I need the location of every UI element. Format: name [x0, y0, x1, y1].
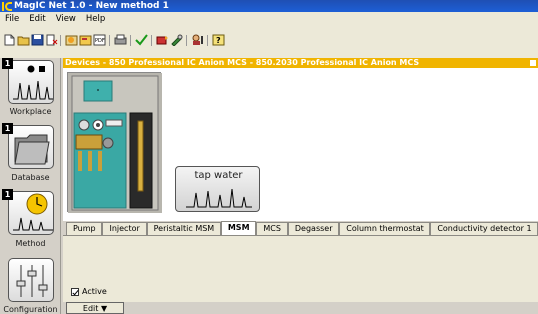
print-icon[interactable]: [114, 34, 127, 46]
active-checkbox[interactable]: Active: [71, 287, 107, 296]
tab-pump[interactable]: Pump: [66, 222, 103, 235]
title-bar: MagIC Net 1.0 - New method 1: [0, 0, 538, 12]
svg-text:PDF: PDF: [95, 38, 105, 44]
tab-msm[interactable]: MSM: [220, 221, 257, 235]
method-icon[interactable]: [65, 34, 78, 46]
maximize-icon[interactable]: [530, 60, 536, 66]
devices-header: Devices - 850 Professional IC Anion MCS …: [63, 58, 538, 68]
run-icon[interactable]: [156, 34, 169, 46]
menu-help[interactable]: Help: [81, 14, 110, 24]
tab-peristaltic-msm[interactable]: Peristaltic MSM: [146, 222, 221, 235]
left-navigation: 1 Workplace 1 Database 1 Method Configur…: [0, 58, 61, 314]
menu-edit[interactable]: Edit: [24, 14, 50, 24]
menu-bar: File Edit View Help: [0, 12, 538, 25]
checkbox-checked-icon: [71, 287, 79, 296]
help-icon[interactable]: ?: [212, 34, 225, 46]
toolbar: PDF ?: [0, 25, 538, 58]
tab-column-thermostat[interactable]: Column thermostat: [339, 222, 431, 235]
new-icon[interactable]: [3, 34, 16, 46]
nav-label-workplace: Workplace: [9, 107, 52, 116]
menu-file[interactable]: File: [0, 14, 24, 24]
nav-item-database[interactable]: 1 Database: [2, 122, 59, 184]
workplace-icon: [8, 60, 54, 104]
user-icon[interactable]: [191, 34, 204, 46]
database-folder-icon: [8, 125, 54, 169]
open-folder-icon[interactable]: [17, 34, 30, 46]
nav-item-configuration[interactable]: Configuration: [2, 256, 59, 314]
edit-menu-button[interactable]: Edit ▼: [66, 302, 124, 314]
tab-degasser[interactable]: Degasser: [287, 222, 340, 235]
tab-mcs[interactable]: MCS: [256, 222, 288, 235]
pdf-icon[interactable]: PDF: [93, 34, 106, 46]
chromatogram-icon: [186, 188, 252, 208]
nav-label-configuration: Configuration: [3, 305, 58, 314]
magic-net-logo-icon: [1, 1, 12, 12]
tab-conductivity-detector-1[interactable]: Conductivity detector 1: [430, 222, 538, 235]
devices-panel: Devices - 850 Professional IC Anion MCS …: [63, 58, 538, 314]
configuration-sliders-icon: [8, 258, 54, 302]
nav-label-database: Database: [11, 173, 50, 182]
tab-injector[interactable]: Injector: [102, 222, 147, 235]
devices-header-title: Devices - 850 Professional IC Anion MCS …: [65, 58, 420, 67]
nav-label-method: Method: [15, 239, 46, 248]
ic-instrument-image[interactable]: [67, 72, 162, 213]
nav-item-workplace[interactable]: 1 Workplace: [2, 58, 59, 120]
method-badge: 1: [2, 189, 13, 200]
edit-bar: Edit ▼: [63, 302, 538, 314]
check-method-icon[interactable]: [135, 34, 148, 46]
svg-text:?: ?: [216, 36, 221, 45]
save-icon[interactable]: [31, 34, 44, 46]
device-tabs: Pump Injector Peristaltic MSM MSM MCS De…: [63, 221, 538, 235]
tools-icon[interactable]: [170, 34, 183, 47]
properties-icon[interactable]: [79, 34, 92, 46]
workplace-badge: 1: [2, 58, 13, 69]
menu-view[interactable]: View: [51, 14, 81, 24]
nav-item-method[interactable]: 1 Method: [2, 188, 59, 252]
method-clock-icon: [8, 191, 54, 235]
close-document-icon[interactable]: [45, 34, 58, 46]
database-badge: 1: [2, 123, 13, 134]
active-label: Active: [82, 287, 107, 296]
sample-tap-water[interactable]: tap water: [175, 166, 260, 212]
window-title: MagIC Net 1.0 - New method 1: [14, 1, 169, 11]
tab-content-msm: Active: [63, 235, 538, 302]
